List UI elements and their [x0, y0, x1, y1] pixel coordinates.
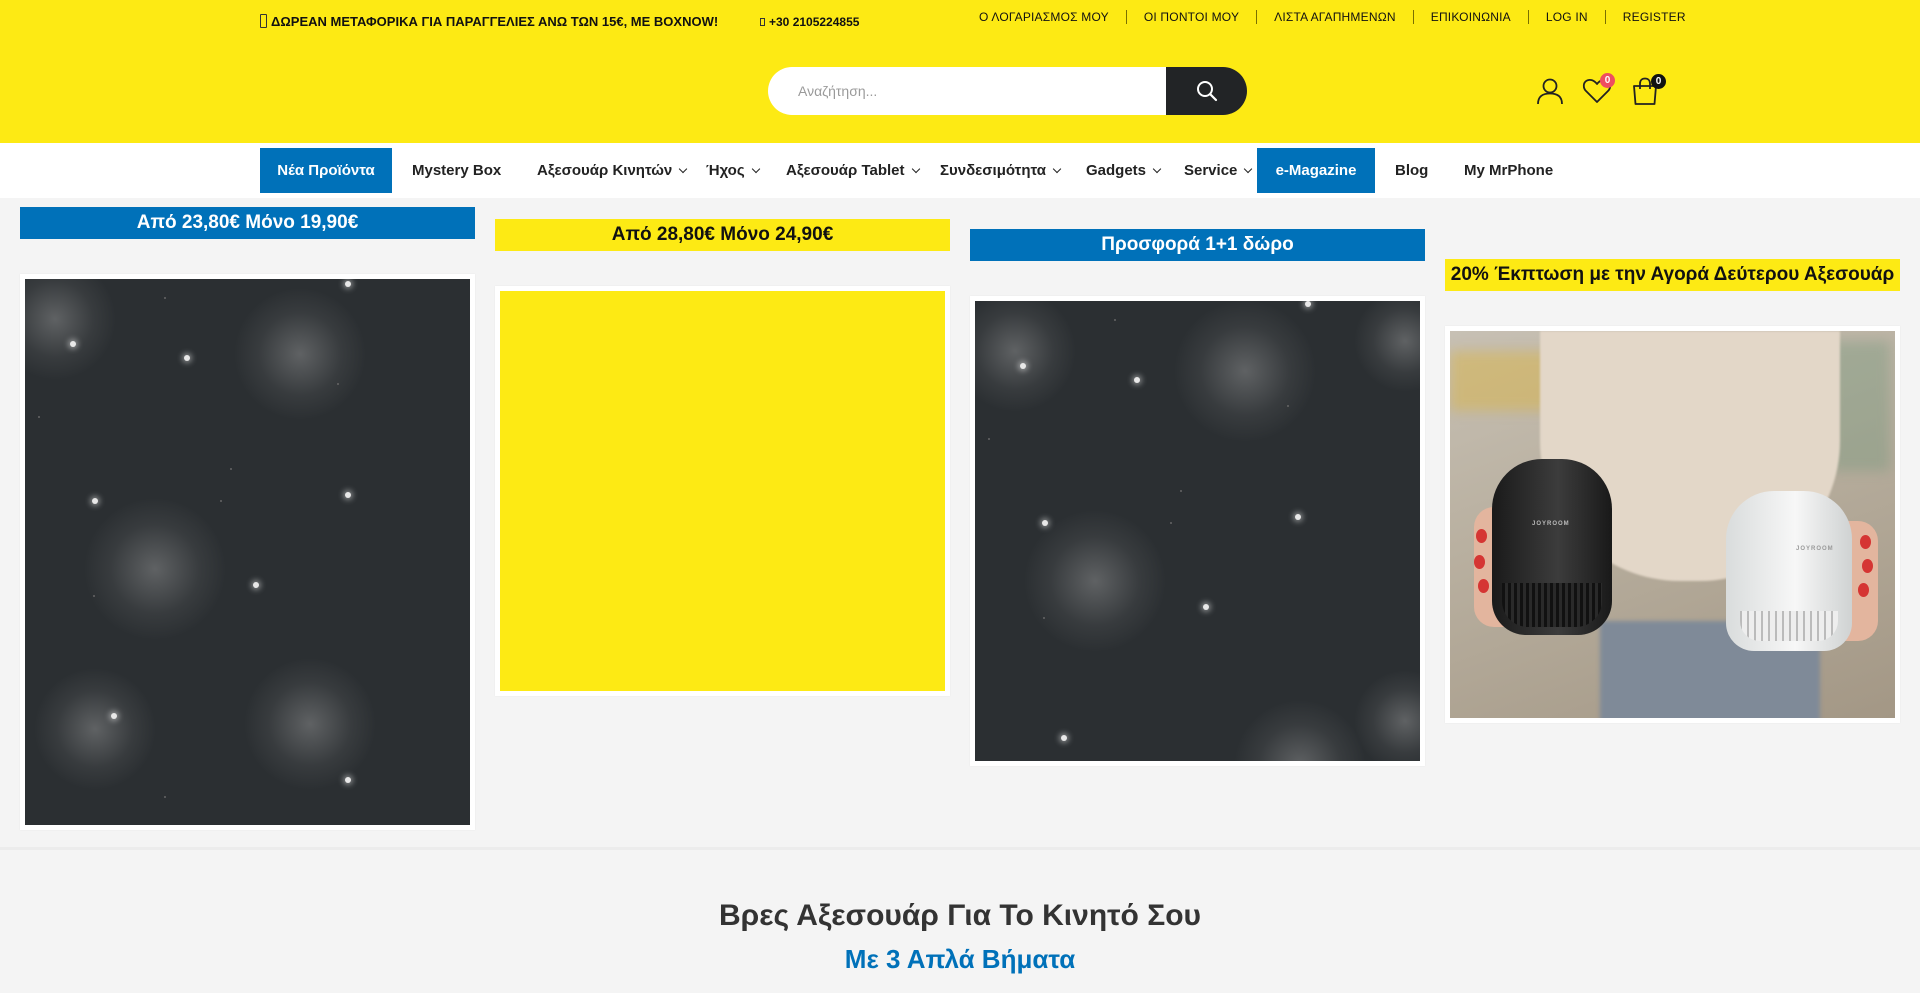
promo-label-1-text: Από 23,80€ Μόνο 19,90€ — [136, 212, 359, 233]
chevron-down-icon — [1052, 164, 1062, 173]
promo-image-2 — [500, 291, 945, 691]
promo-label-4-text: 20% Έκπτωση με την Αγορά Δεύτερου Αξεσου… — [1450, 264, 1895, 285]
register-link[interactable]: REGISTER — [1604, 10, 1703, 24]
black-speaker-image: JOYROOM — [1492, 459, 1612, 635]
promo-label-1[interactable]: Από 23,80€ Μόνο 19,90€ — [20, 207, 475, 239]
nav-audio[interactable]: Ήχος — [706, 148, 760, 193]
nav-blog[interactable]: Blog — [1395, 148, 1428, 193]
nav-audio-label: Ήχος — [706, 162, 745, 179]
chevron-down-icon — [1244, 164, 1253, 173]
chevron-down-icon — [911, 164, 920, 173]
cart-count-badge: 0 — [1651, 74, 1666, 89]
user-account-icon[interactable] — [1536, 77, 1564, 105]
promo-label-3-text: Προσφορά 1+1 δώρο — [1101, 234, 1294, 255]
nav-connectivity[interactable]: Συνδεσιμότητα — [940, 148, 1062, 193]
phone-icon — [760, 18, 765, 26]
wishlist-count-badge: 0 — [1600, 73, 1615, 88]
promo-card-2[interactable] — [495, 286, 950, 696]
promo-label-3[interactable]: Προσφορά 1+1 δώρο — [970, 229, 1425, 261]
steps-subtitle: Με 3 Απλά Βήματα — [844, 944, 1076, 974]
phone-small-icon — [260, 14, 267, 28]
nav-phone-accessories[interactable]: Αξεσουάρ Κινητών — [537, 148, 688, 193]
nav-my-mrphone-label: My MrPhone — [1464, 162, 1554, 179]
my-points-link[interactable]: ΟΙ ΠΟΝΤΟΙ ΜΟΥ — [1125, 10, 1256, 24]
chevron-down-icon — [1152, 164, 1162, 173]
promo-label-4[interactable]: 20% Έκπτωση με την Αγορά Δεύτερου Αξεσου… — [1445, 259, 1900, 291]
nav-service-label: Service — [1184, 162, 1238, 179]
account-links: Ο ΛΟΓΑΡΙΑΣΜΟΣ ΜΟΥ ΟΙ ΠΟΝΤΟΙ ΜΟΥ ΛΙΣΤΑ ΑΓ… — [962, 10, 1703, 24]
nav-tablet-accessories-label: Αξεσουάρ Tablet — [786, 162, 905, 179]
nav-new-products-label: Νέα Προϊόντα — [277, 162, 375, 179]
nav-tablet-accessories[interactable]: Αξεσουάρ Tablet — [786, 148, 920, 193]
promo-card-4[interactable]: JOYROOM JOYROOM — [1445, 326, 1900, 723]
top-header: ΔΩΡΕΑΝ ΜΕΤΑΦΟΡΙΚΑ ΓΙΑ ΠΑΡΑΓΓΕΛΙΕΣ ΑΝΩ ΤΩ… — [0, 0, 1920, 143]
black-speaker-brand: JOYROOM — [1532, 521, 1570, 527]
nav-my-mrphone[interactable]: My MrPhone — [1464, 148, 1553, 193]
promo-label-2[interactable]: Από 28,80€ Μόνο 24,90€ — [495, 219, 950, 251]
nav-new-products[interactable]: Νέα Προϊόντα — [260, 148, 392, 193]
promo-label-2-text: Από 28,80€ Μόνο 24,90€ — [611, 224, 834, 245]
free-shipping-text: ΔΩΡΕΑΝ ΜΕΤΑΦΟΡΙΚΑ ΓΙΑ ΠΑΡΑΓΓΕΛΙΕΣ ΑΝΩ ΤΩ… — [271, 14, 719, 29]
nav-blog-label: Blog — [1395, 162, 1429, 179]
search-bar — [768, 67, 1247, 115]
login-link[interactable]: LOG IN — [1527, 10, 1605, 24]
chevron-down-icon — [751, 164, 760, 173]
nav-service[interactable]: Service — [1184, 148, 1253, 193]
my-account-link[interactable]: Ο ΛΟΓΑΡΙΑΣΜΟΣ ΜΟΥ — [962, 10, 1126, 24]
nav-e-magazine[interactable]: e-Magazine — [1257, 148, 1375, 193]
promo-image-1 — [25, 279, 470, 825]
section-divider — [0, 847, 1920, 850]
promo-card-1[interactable] — [20, 274, 475, 830]
nav-mystery-box-label: Mystery Box — [412, 162, 502, 179]
contact-phone-number: +30 2105224855 — [769, 15, 860, 29]
search-icon — [1196, 81, 1217, 102]
promo-image-3 — [975, 301, 1420, 761]
main-navigation: Νέα Προϊόντα Mystery Box Αξεσουάρ Κινητώ… — [0, 143, 1920, 198]
search-button[interactable] — [1166, 67, 1247, 115]
white-speaker-image: JOYROOM — [1726, 491, 1852, 651]
nav-mystery-box[interactable]: Mystery Box — [412, 148, 501, 193]
steps-title: Βρες Αξεσουάρ Για Το Κινητό Σου — [719, 899, 1201, 932]
contact-link[interactable]: ΕΠΙΚΟΙΝΩΝΙΑ — [1412, 10, 1528, 24]
search-input[interactable] — [768, 67, 1166, 115]
white-speaker-brand: JOYROOM — [1796, 546, 1834, 552]
contact-phone[interactable]: +30 2105224855 — [760, 15, 859, 29]
nav-e-magazine-label: e-Magazine — [1275, 162, 1357, 179]
promo-image-4-speakers: JOYROOM JOYROOM — [1450, 331, 1895, 718]
free-shipping-notice: ΔΩΡΕΑΝ ΜΕΤΑΦΟΡΙΚΑ ΓΙΑ ΠΑΡΑΓΓΕΛΙΕΣ ΑΝΩ ΤΩ… — [260, 14, 718, 29]
nav-gadgets[interactable]: Gadgets — [1086, 148, 1162, 193]
nav-gadgets-label: Gadgets — [1086, 162, 1147, 179]
nav-phone-accessories-label: Αξεσουάρ Κινητών — [537, 162, 673, 179]
promo-card-3[interactable] — [970, 296, 1425, 766]
wishlist-link[interactable]: ΛΙΣΤΑ ΑΓΑΠΗΜΕΝΩΝ — [1256, 10, 1413, 24]
chevron-down-icon — [679, 164, 688, 173]
nav-connectivity-label: Συνδεσιμότητα — [940, 162, 1046, 179]
